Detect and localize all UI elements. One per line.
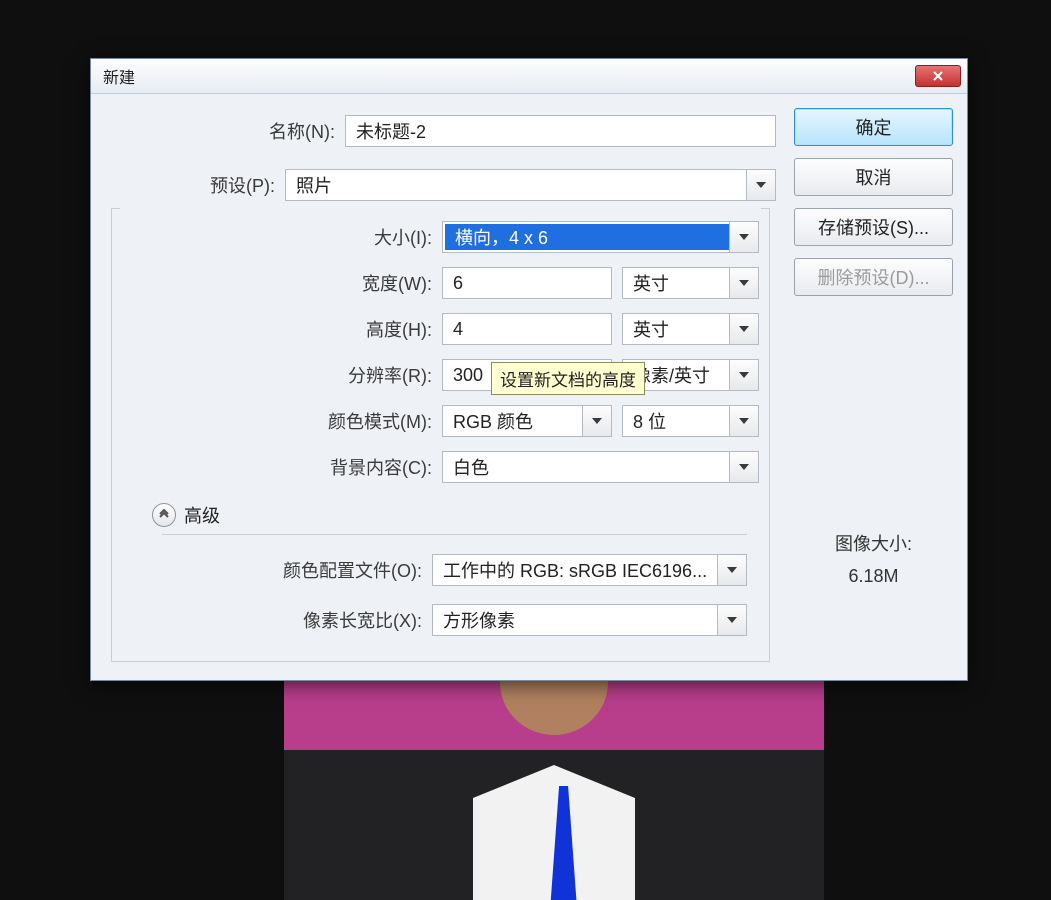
chevron-up-icon — [152, 503, 176, 527]
background-value: 白色 — [443, 454, 729, 480]
color-profile-value: 工作中的 RGB: sRGB IEC6196... — [433, 557, 717, 583]
advanced-toggle[interactable]: 高级 — [152, 502, 759, 528]
resolution-input[interactable]: 300 — [442, 359, 612, 391]
height-value: 4 — [453, 319, 463, 340]
color-profile-dropdown[interactable]: 工作中的 RGB: sRGB IEC6196... — [432, 554, 747, 586]
chevron-down-icon[interactable] — [582, 406, 611, 436]
color-mode-dropdown[interactable]: RGB 颜色 — [442, 405, 612, 437]
pixel-aspect-label: 像素长宽比(X): — [162, 607, 422, 633]
name-input-value: 未标题-2 — [356, 118, 426, 144]
height-unit-value: 英寸 — [623, 316, 729, 342]
preset-dropdown[interactable]: 照片 — [285, 169, 776, 201]
width-value: 6 — [453, 273, 463, 294]
cancel-label: 取消 — [856, 164, 892, 190]
color-profile-label: 颜色配置文件(O): — [162, 557, 422, 583]
chevron-down-icon[interactable] — [729, 268, 758, 298]
save-preset-button[interactable]: 存储预设(S)... — [794, 208, 953, 246]
cancel-button[interactable]: 取消 — [794, 158, 953, 196]
dialog-titlebar[interactable]: 新建 — [91, 59, 967, 94]
pixel-aspect-dropdown[interactable]: 方形像素 — [432, 604, 747, 636]
color-mode-value: RGB 颜色 — [443, 408, 582, 434]
resolution-unit-value: 像素/英寸 — [623, 362, 729, 388]
resolution-value: 300 — [453, 365, 483, 386]
size-dropdown[interactable]: 横向，4 x 6 — [442, 221, 759, 253]
height-label: 高度(H): — [122, 316, 432, 342]
color-mode-label: 颜色模式(M): — [122, 408, 432, 434]
new-document-dialog: 新建 名称(N): 未标题-2 预设(P): 照片 — [90, 58, 968, 681]
dialog-title: 新建 — [103, 64, 135, 88]
ok-label: 确定 — [856, 114, 892, 140]
background-label: 背景内容(C): — [122, 454, 432, 480]
ok-button[interactable]: 确定 — [794, 108, 953, 146]
delete-preset-label: 删除预设(D)... — [818, 264, 930, 290]
delete-preset-button[interactable]: 删除预设(D)... — [794, 258, 953, 296]
height-unit-dropdown[interactable]: 英寸 — [622, 313, 759, 345]
save-preset-label: 存储预设(S)... — [818, 214, 929, 240]
height-input[interactable]: 4 — [442, 313, 612, 345]
size-value: 横向，4 x 6 — [445, 224, 729, 250]
name-input[interactable]: 未标题-2 — [345, 115, 776, 147]
chevron-down-icon[interactable] — [717, 605, 746, 635]
image-size-label: 图像大小: — [794, 528, 953, 560]
resolution-unit-dropdown[interactable]: 像素/英寸 — [622, 359, 759, 391]
size-label: 大小(I): — [122, 224, 432, 250]
chevron-down-icon[interactable] — [746, 170, 775, 200]
chevron-down-icon[interactable] — [729, 222, 758, 252]
image-size-value: 6.18M — [794, 560, 953, 592]
chevron-down-icon[interactable] — [729, 406, 758, 436]
width-unit-value: 英寸 — [623, 270, 729, 296]
color-depth-dropdown[interactable]: 8 位 — [622, 405, 759, 437]
close-icon — [932, 70, 944, 82]
width-label: 宽度(W): — [122, 270, 432, 296]
resolution-label: 分辨率(R): — [122, 362, 432, 388]
name-label: 名称(N): — [105, 118, 335, 144]
background-dropdown[interactable]: 白色 — [442, 451, 759, 483]
image-size-info: 图像大小: 6.18M — [794, 528, 953, 593]
chevron-down-icon[interactable] — [729, 360, 758, 390]
preset-value: 照片 — [286, 172, 746, 198]
pixel-aspect-value: 方形像素 — [433, 607, 717, 633]
preset-label: 预设(P): — [105, 172, 275, 198]
width-unit-dropdown[interactable]: 英寸 — [622, 267, 759, 299]
chevron-down-icon[interactable] — [729, 314, 758, 344]
close-button[interactable] — [915, 65, 961, 87]
chevron-down-icon[interactable] — [729, 452, 758, 482]
advanced-label: 高级 — [184, 502, 220, 528]
color-depth-value: 8 位 — [623, 408, 729, 434]
width-input[interactable]: 6 — [442, 267, 612, 299]
chevron-down-icon[interactable] — [717, 555, 746, 585]
